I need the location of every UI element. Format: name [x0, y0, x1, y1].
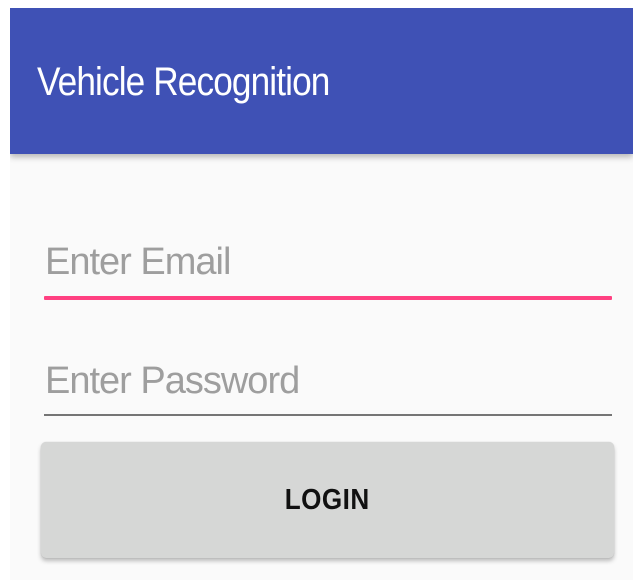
email-field-container: [44, 234, 612, 300]
app-bar: Vehicle Recognition: [10, 8, 633, 154]
email-field[interactable]: [44, 234, 612, 290]
password-field[interactable]: [44, 353, 612, 409]
email-field-underline: [44, 296, 612, 300]
login-button[interactable]: LOGIN: [41, 442, 614, 558]
login-button-label: LOGIN: [285, 483, 370, 516]
password-field-underline: [44, 414, 612, 416]
app-title: Vehicle Recognition: [37, 60, 330, 104]
password-field-container: [44, 353, 612, 416]
login-screen: Vehicle Recognition LOGIN: [10, 8, 633, 580]
